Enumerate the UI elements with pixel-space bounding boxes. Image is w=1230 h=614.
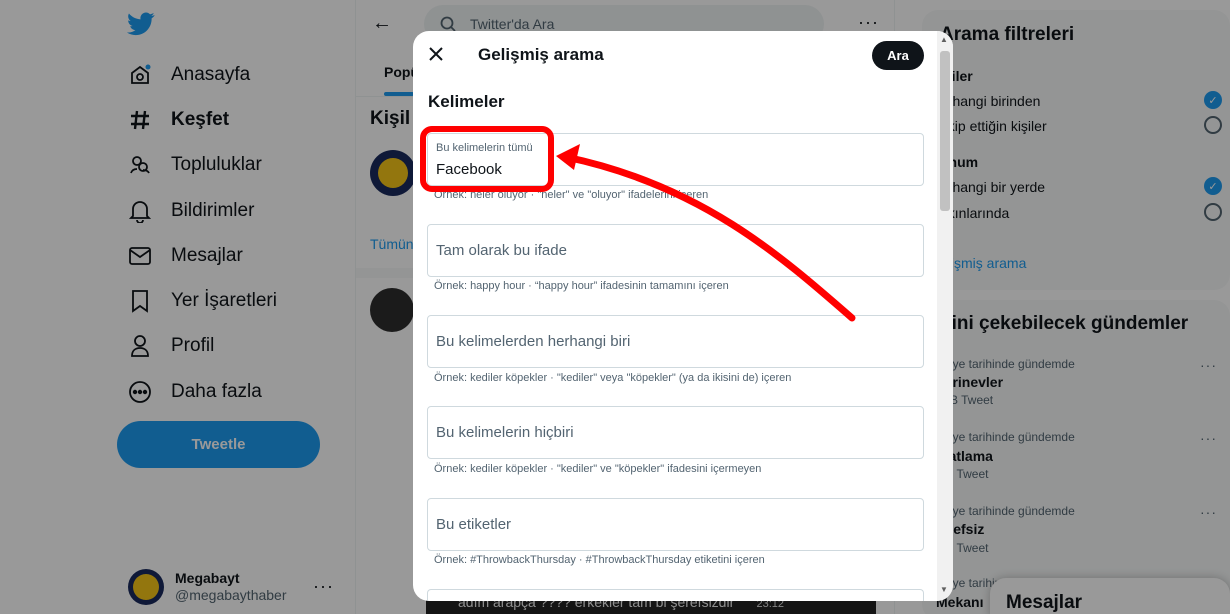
close-icon: [429, 47, 443, 61]
field-hint: Örnek: happy hour · “happy hour” ifadesi…: [434, 280, 729, 292]
scroll-thumb[interactable]: [940, 51, 950, 211]
field-placeholder: Bu kelimelerin hiçbiri: [436, 424, 574, 441]
field-value: Facebook: [436, 161, 502, 178]
field-label: Bu kelimelerin tümü: [436, 142, 533, 154]
search-button[interactable]: Ara: [872, 41, 924, 70]
none-words-field[interactable]: Bu kelimelerin hiçbiri: [427, 406, 924, 459]
field-placeholder: Tam olarak bu ifade: [436, 242, 567, 259]
scroll-up-icon[interactable]: ▲: [940, 35, 948, 44]
field-placeholder: Bu etiketler: [436, 516, 512, 533]
dialog-header: Gelişmiş arama Ara: [413, 31, 953, 81]
field-hint: Örnek: kediler köpekler · "kediler" veya…: [434, 372, 792, 384]
hashtags-field[interactable]: Bu etiketler: [427, 498, 924, 551]
scrollbar[interactable]: ▲ ▼: [937, 31, 953, 601]
all-words-field[interactable]: Bu kelimelerin tümü Facebook: [427, 133, 924, 186]
scroll-down-icon[interactable]: ▼: [940, 585, 948, 594]
field-hint: Örnek: neler oluyor · "neler" ve "oluyor…: [434, 189, 709, 201]
language-field[interactable]: [427, 589, 924, 601]
any-words-field[interactable]: Bu kelimelerden herhangi biri: [427, 315, 924, 368]
advanced-search-dialog: Gelişmiş arama Ara Kelimeler Bu kelimele…: [413, 31, 953, 601]
section-title: Kelimeler: [428, 92, 505, 111]
field-placeholder: Bu kelimelerden herhangi biri: [436, 333, 631, 350]
exact-phrase-field[interactable]: Tam olarak bu ifade: [427, 224, 924, 277]
close-button[interactable]: [425, 43, 447, 65]
field-hint: Örnek: #ThrowbackThursday · #ThrowbackTh…: [434, 554, 765, 566]
field-hint: Örnek: kediler köpekler · "kediler" ve "…: [434, 463, 762, 475]
dialog-title: Gelişmiş arama: [478, 45, 604, 64]
